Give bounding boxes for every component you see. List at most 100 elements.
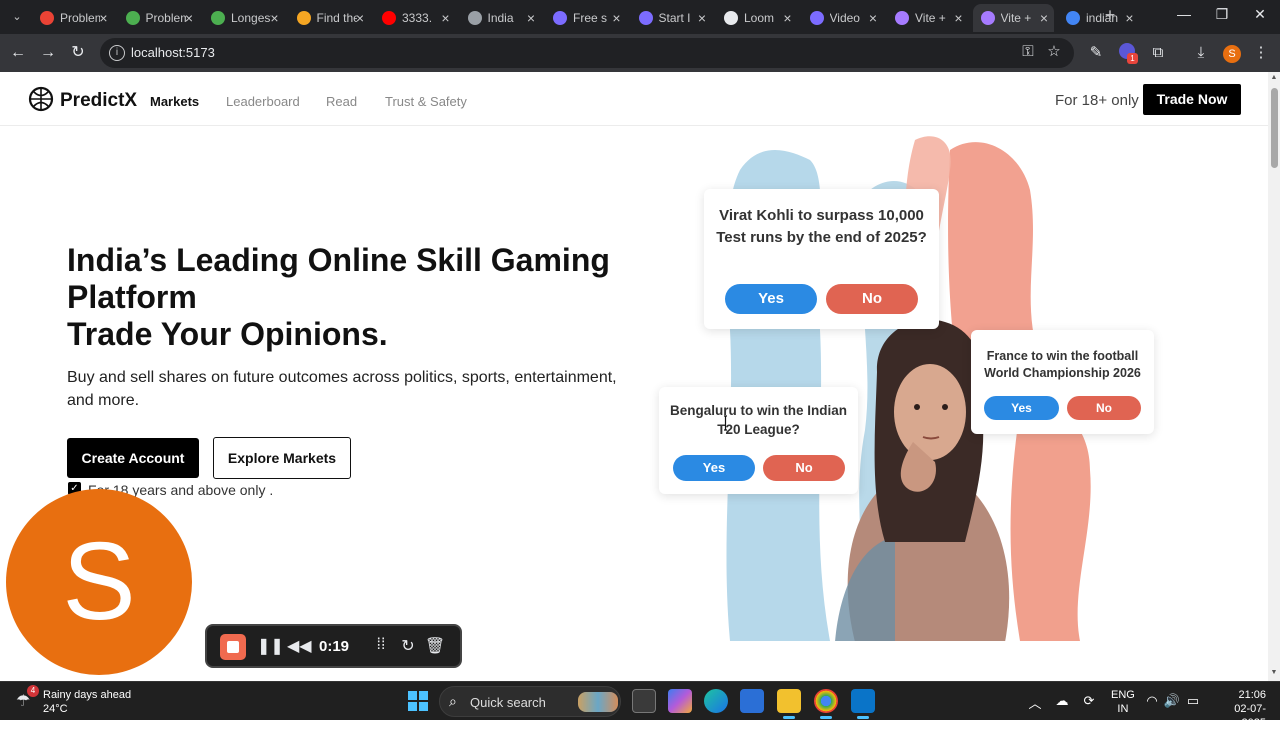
copilot-icon[interactable] bbox=[668, 689, 692, 713]
browser-tab[interactable]: indian × bbox=[1058, 4, 1140, 32]
password-key-icon[interactable]: ⚿ bbox=[1018, 42, 1038, 62]
create-account-button[interactable]: Create Account bbox=[67, 438, 199, 478]
browser-tab[interactable]: Vite + × bbox=[972, 4, 1054, 32]
browser-tab[interactable]: Free s × bbox=[545, 4, 627, 32]
bookmark-star-icon[interactable]: ☆ bbox=[1044, 42, 1064, 62]
weather-widget[interactable]: Rainy days ahead 24°C bbox=[43, 688, 131, 716]
site-info-icon[interactable]: i bbox=[109, 45, 125, 61]
tab-close-icon[interactable]: × bbox=[698, 4, 706, 32]
battery-icon[interactable]: ▭ bbox=[1184, 693, 1202, 709]
rewind-icon[interactable]: ◀◀ bbox=[287, 636, 312, 656]
profile-avatar[interactable]: S bbox=[1222, 43, 1242, 63]
webcam-avatar-bubble[interactable]: S bbox=[6, 489, 192, 675]
text-cursor-icon bbox=[724, 415, 727, 431]
downloads-icon[interactable]: ⤓ bbox=[1191, 43, 1211, 63]
tab-close-icon[interactable]: × bbox=[185, 4, 193, 32]
card-yes-button[interactable]: Yes bbox=[725, 284, 817, 314]
microsoft-store-icon[interactable] bbox=[740, 689, 764, 713]
chrome-icon[interactable] bbox=[814, 689, 838, 719]
tab-search-chevron-icon[interactable]: ⌄ bbox=[6, 7, 28, 27]
tab-close-icon[interactable]: × bbox=[356, 4, 364, 32]
tab-close-icon[interactable]: × bbox=[99, 4, 107, 32]
tab-close-icon[interactable]: × bbox=[1040, 4, 1048, 32]
close-window-icon[interactable]: ✕ bbox=[1250, 6, 1270, 23]
wifi-icon[interactable]: ◠ bbox=[1143, 693, 1161, 709]
browser-tab[interactable]: Problem × bbox=[32, 4, 114, 32]
new-tab-button[interactable]: + bbox=[1100, 5, 1120, 26]
browser-tab[interactable]: Find the × bbox=[289, 4, 371, 32]
minimize-icon[interactable]: — bbox=[1174, 6, 1194, 22]
hero-title-line2: Trade Your Opinions. bbox=[67, 316, 388, 352]
browser-tab[interactable]: India × bbox=[460, 4, 542, 32]
card-yes-button[interactable]: Yes bbox=[673, 455, 755, 481]
address-bar[interactable]: i localhost:5173 ⚿ ☆ bbox=[100, 38, 1074, 68]
tab-close-icon[interactable]: × bbox=[783, 4, 791, 32]
nav-link-leaderboard[interactable]: Leaderboard bbox=[226, 94, 300, 109]
card-no-button[interactable]: No bbox=[763, 455, 845, 481]
extensions-puzzle-icon[interactable]: ⧉ bbox=[1148, 43, 1168, 63]
explore-markets-button[interactable]: Explore Markets bbox=[213, 437, 351, 479]
pause-icon[interactable]: ❚❚ bbox=[257, 636, 284, 656]
youtube-icon bbox=[382, 11, 396, 25]
prediction-card-kohli: Virat Kohli to surpass 10,000 Test runs … bbox=[704, 189, 939, 329]
browser-tab[interactable]: 3333. × bbox=[374, 4, 456, 32]
tab-close-icon[interactable]: × bbox=[441, 4, 449, 32]
volume-icon[interactable]: 🔊 bbox=[1163, 693, 1181, 709]
restart-icon[interactable]: ↻ bbox=[397, 636, 419, 656]
back-arrow-icon[interactable]: ← bbox=[7, 42, 29, 64]
tray-app-icon[interactable]: ☁ bbox=[1053, 693, 1071, 709]
edge-browser-icon[interactable] bbox=[704, 689, 728, 713]
vite-icon bbox=[895, 11, 909, 25]
tab-title: Free s bbox=[573, 11, 608, 25]
browser-tab[interactable]: Video × bbox=[802, 4, 884, 32]
address-url[interactable]: localhost:5173 bbox=[131, 45, 215, 60]
scroll-down-arrow-icon[interactable]: ▼ bbox=[1270, 669, 1278, 676]
tab-close-icon[interactable]: × bbox=[270, 4, 278, 32]
taskbar-search[interactable]: ⌕ Quick search bbox=[439, 686, 621, 717]
gear-icon bbox=[809, 11, 824, 25]
prediction-card-bengaluru: Bengaluru to win the Indian T20 League? … bbox=[659, 387, 858, 494]
windows-start-icon[interactable] bbox=[408, 691, 428, 711]
taskbar-search-placeholder: Quick search bbox=[470, 695, 546, 710]
browser-tab[interactable]: Loom × bbox=[716, 4, 798, 32]
nav-link-trust-safety[interactable]: Trust & Safety bbox=[385, 94, 467, 109]
system-clock[interactable]: 21:06 02-07-2025 bbox=[1210, 688, 1266, 730]
extension-profile-icon[interactable]: 1 bbox=[1117, 43, 1138, 64]
eyedropper-icon[interactable]: ✎ bbox=[1086, 43, 1106, 63]
browser-tab[interactable]: Longest × bbox=[203, 4, 285, 32]
card-no-button[interactable]: No bbox=[826, 284, 918, 314]
restore-icon[interactable]: ❐ bbox=[1212, 6, 1232, 23]
language-indicator[interactable]: ENG IN bbox=[1111, 688, 1135, 716]
tray-sync-icon[interactable]: ⟳ bbox=[1080, 693, 1098, 709]
browser-tab[interactable]: Start I × bbox=[631, 4, 713, 32]
browser-tab[interactable]: Vite + × bbox=[887, 4, 969, 32]
scroll-thumb[interactable] bbox=[1271, 88, 1278, 168]
scroll-up-arrow-icon[interactable]: ▲ bbox=[1270, 74, 1278, 81]
task-view-icon[interactable] bbox=[632, 689, 656, 713]
tab-close-icon[interactable]: × bbox=[527, 4, 535, 32]
page-scrollbar[interactable]: ▲ ▼ bbox=[1268, 72, 1280, 681]
browser-tab[interactable]: Problem × bbox=[118, 4, 200, 32]
nav-link-read[interactable]: Read bbox=[326, 94, 357, 109]
forward-arrow-icon[interactable]: → bbox=[37, 42, 59, 64]
tab-close-icon[interactable]: × bbox=[954, 4, 962, 32]
stop-recording-button[interactable] bbox=[220, 634, 246, 660]
tab-close-icon[interactable]: × bbox=[1125, 4, 1133, 32]
file-explorer-icon[interactable] bbox=[777, 689, 801, 719]
grid-dots-icon[interactable]: ⁞⁞ bbox=[370, 636, 392, 654]
tab-close-icon[interactable]: × bbox=[612, 4, 620, 32]
nav-link-markets[interactable]: Markets bbox=[150, 94, 199, 109]
tray-overflow-chevron-icon[interactable]: ︿ bbox=[1026, 693, 1044, 712]
trade-now-button[interactable]: Trade Now bbox=[1143, 84, 1241, 115]
predictx-logo-icon[interactable] bbox=[28, 86, 54, 112]
card-yes-button[interactable]: Yes bbox=[984, 396, 1059, 420]
brand-name[interactable]: PredictX bbox=[60, 90, 137, 112]
record-icon bbox=[40, 11, 54, 25]
tab-title: Video bbox=[829, 11, 860, 25]
vscode-icon[interactable] bbox=[851, 689, 875, 719]
reload-icon[interactable]: ↻ bbox=[67, 42, 89, 64]
tab-close-icon[interactable]: × bbox=[869, 4, 877, 32]
card-no-button[interactable]: No bbox=[1067, 396, 1141, 420]
browser-menu-icon[interactable]: ⋮ bbox=[1251, 43, 1271, 63]
delete-trash-icon[interactable]: 🗑 bbox=[424, 636, 446, 656]
